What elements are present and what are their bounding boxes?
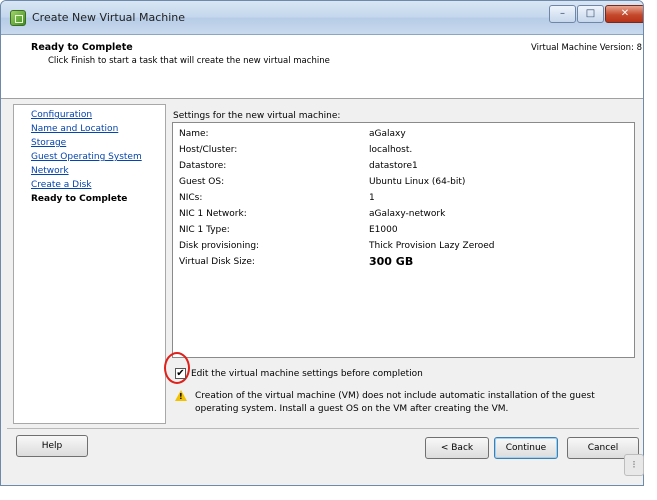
setting-value: Ubuntu Linux (64-bit) <box>369 177 466 187</box>
help-button[interactable]: Help <box>16 435 88 457</box>
window-title: Create New Virtual Machine <box>32 11 186 24</box>
edit-settings-checkbox[interactable]: ✔ <box>175 368 186 379</box>
vm-app-icon <box>10 10 26 26</box>
wizard-header: Ready to Complete Click Finish to start … <box>1 35 643 99</box>
setting-label: Host/Cluster: <box>179 145 238 155</box>
settings-row: Disk provisioning: Thick Provision Lazy … <box>179 241 629 255</box>
footer-divider <box>7 428 639 429</box>
step-title: Ready to Complete <box>31 42 133 53</box>
vm-version-label: Virtual Machine Version: 8 <box>531 43 642 53</box>
resize-grip-icon[interactable]: ⁝ <box>624 454 644 476</box>
setting-value: aGalaxy <box>369 129 406 139</box>
maximize-button[interactable]: □ <box>577 5 604 23</box>
nav-item-name-and-location[interactable]: Name and Location <box>31 124 118 134</box>
setting-label: Name: <box>179 129 209 139</box>
setting-label: Virtual Disk Size: <box>179 257 255 267</box>
setting-value: datastore1 <box>369 161 418 171</box>
setting-value: 1 <box>369 193 375 203</box>
setting-label: Datastore: <box>179 161 227 171</box>
settings-row: Datastore: datastore1 <box>179 161 629 175</box>
minimize-button[interactable]: – <box>549 5 576 23</box>
settings-row: Guest OS: Ubuntu Linux (64-bit) <box>179 177 629 191</box>
nav-item-storage[interactable]: Storage <box>31 138 66 148</box>
settings-row: Host/Cluster: localhost. <box>179 145 629 159</box>
setting-value: aGalaxy-network <box>369 209 446 219</box>
setting-label: NICs: <box>179 193 203 203</box>
setting-value: Thick Provision Lazy Zeroed <box>369 241 495 251</box>
settings-row: NICs: 1 <box>179 193 629 207</box>
edit-settings-label[interactable]: Edit the virtual machine settings before… <box>191 369 423 379</box>
setting-label: Disk provisioning: <box>179 241 260 251</box>
settings-heading: Settings for the new virtual machine: <box>173 111 341 121</box>
setting-label: NIC 1 Network: <box>179 209 247 219</box>
back-button[interactable]: < Back <box>425 437 489 459</box>
settings-summary: Name: aGalaxy Host/Cluster: localhost. D… <box>172 122 635 358</box>
nav-item-create-disk[interactable]: Create a Disk <box>31 180 91 190</box>
step-description: Click Finish to start a task that will c… <box>48 56 330 66</box>
settings-row: Virtual Disk Size: 300 GB <box>179 255 629 271</box>
setting-value: localhost. <box>369 145 413 155</box>
setting-label: Guest OS: <box>179 177 225 187</box>
wizard-step-nav: Configuration Name and Location Storage … <box>13 104 166 424</box>
nav-item-configuration[interactable]: Configuration <box>31 110 92 120</box>
nav-item-network[interactable]: Network <box>31 166 69 176</box>
guest-os-warning: Creation of the virtual machine (VM) doe… <box>195 391 595 414</box>
wizard-window: Create New Virtual Machine – □ ✕ Ready t… <box>0 0 644 486</box>
nav-item-ready-to-complete: Ready to Complete <box>31 194 128 204</box>
title-bar[interactable]: Create New Virtual Machine – □ ✕ <box>1 1 643 35</box>
continue-button[interactable]: Continue <box>494 437 558 459</box>
settings-row: NIC 1 Network: aGalaxy-network <box>179 209 629 223</box>
setting-value: E1000 <box>369 225 398 235</box>
setting-value: 300 GB <box>369 255 414 268</box>
setting-label: NIC 1 Type: <box>179 225 230 235</box>
warning-icon <box>175 390 187 401</box>
settings-row: NIC 1 Type: E1000 <box>179 225 629 239</box>
close-button[interactable]: ✕ <box>605 5 643 23</box>
settings-row: Name: aGalaxy <box>179 129 629 143</box>
nav-item-guest-os[interactable]: Guest Operating System <box>31 152 142 162</box>
